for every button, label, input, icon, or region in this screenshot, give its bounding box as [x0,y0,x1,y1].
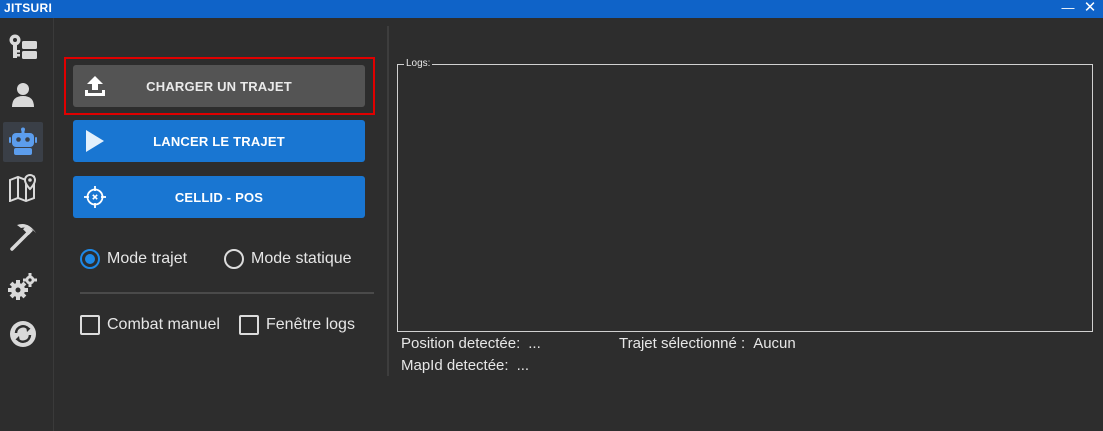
close-button[interactable]: ✕ [1080,0,1100,17]
manual-combat-label: Combat manuel [107,316,220,333]
robot-icon [9,127,37,155]
gears-icon [8,273,37,300]
mapid-status: MapId detectée:... [401,357,529,374]
position-label: Position detectée: [401,335,521,352]
logs-window-label: Fenêtre logs [266,316,355,333]
map-icon [9,174,37,202]
logs-legend: Logs: [404,58,433,69]
mapid-label: MapId detectée: [401,357,509,374]
sidebar-item-harvest[interactable] [3,217,43,257]
load-path-label: CHARGER UN TRAJET [146,78,292,94]
pickaxe-icon [10,224,36,251]
key-icon [9,34,37,59]
sidebar-item-settings[interactable] [3,267,43,307]
logs-panel[interactable]: Logs: [397,58,1093,332]
mode-trajet-radio[interactable]: Mode trajet [80,249,187,269]
sidebar-item-map[interactable] [3,168,43,208]
load-path-button[interactable]: CHARGER UN TRAJET [73,65,365,107]
mode-trajet-label: Mode trajet [107,250,188,267]
logs-window-checkbox[interactable]: Fenêtre logs [239,315,355,335]
sidebar-item-bot[interactable] [3,122,43,162]
start-path-button[interactable]: LANCER LE TRAJET [73,120,365,162]
crosshair-icon [84,186,106,208]
radio-circle[interactable] [80,249,100,269]
path-status: Trajet sélectionné : Aucun [619,335,796,352]
play-icon [86,130,104,152]
cellid-pos-label: CELLID - POS [174,189,264,205]
radio-dot [85,254,95,264]
manual-combat-checkbox[interactable]: Combat manuel [80,315,220,335]
path-value: Aucun [753,335,796,352]
upload-icon [85,76,105,96]
position-value: ... [528,335,541,352]
position-status: Position detectée:... [401,335,541,352]
mode-static-radio[interactable]: Mode statique [224,249,352,269]
checkbox-box[interactable] [80,315,100,335]
minimize-button[interactable]: — [1058,0,1078,17]
start-path-label: LANCER LE TRAJET [153,133,285,149]
options-divider [80,292,374,294]
cellid-pos-button[interactable]: CELLID - POS [73,176,365,218]
sidebar-item-keys[interactable] [3,27,43,67]
user-icon [12,83,34,107]
sidebar-item-sync[interactable] [3,314,43,354]
window-title: JITSURI [4,1,53,15]
radio-circle[interactable] [224,249,244,269]
mapid-value: ... [516,357,530,374]
title-bar: JITSURI — ✕ [0,0,1103,18]
checkbox-box[interactable] [239,315,259,335]
panel-divider [387,26,389,376]
path-label: Trajet sélectionné : [619,335,746,352]
mode-static-label: Mode statique [251,250,352,267]
refresh-icon [10,321,36,347]
sidebar [0,18,54,431]
sidebar-item-account[interactable] [3,75,43,115]
